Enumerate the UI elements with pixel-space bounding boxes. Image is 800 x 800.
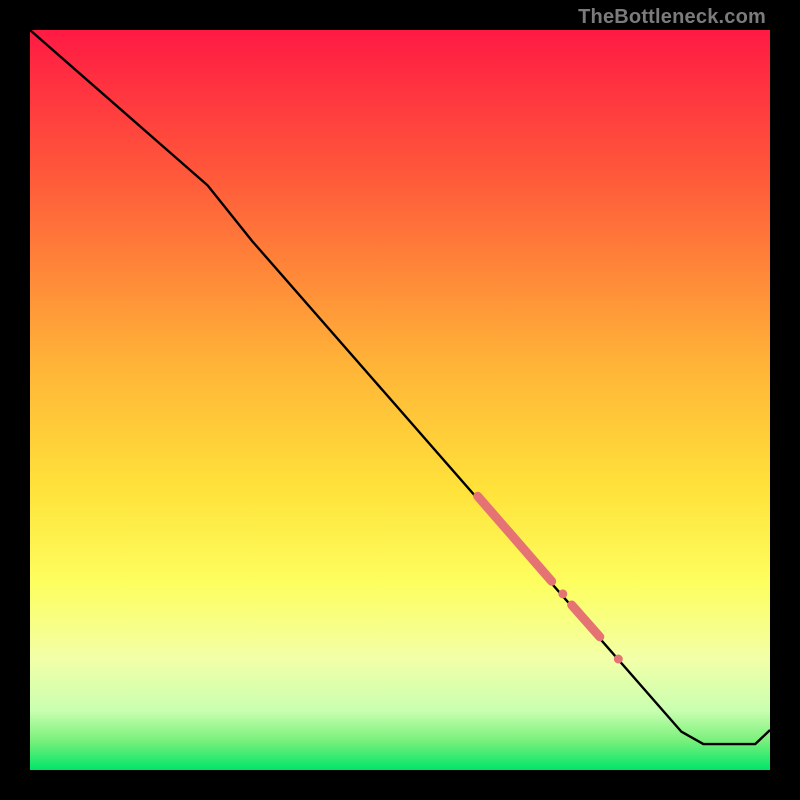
dot-2 <box>614 655 623 664</box>
gradient-bg <box>30 30 770 770</box>
dot-1 <box>558 589 567 598</box>
watermark-text: TheBottleneck.com <box>578 6 766 29</box>
chart-frame: TheBottleneck.com <box>0 0 800 800</box>
plot-svg <box>30 30 770 770</box>
plot-area <box>30 30 770 770</box>
